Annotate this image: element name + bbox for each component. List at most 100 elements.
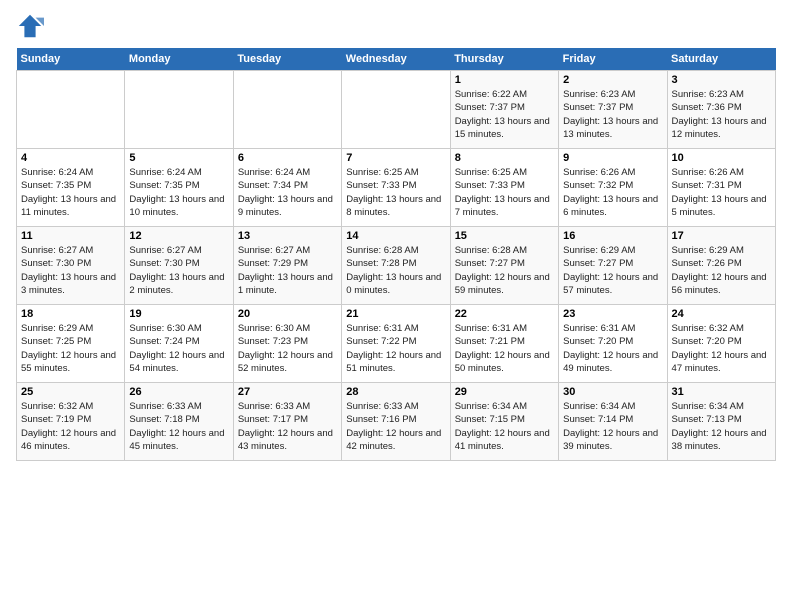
day-info: Sunrise: 6:28 AM Sunset: 7:27 PM Dayligh…	[455, 244, 554, 297]
day-info: Sunrise: 6:33 AM Sunset: 7:16 PM Dayligh…	[346, 400, 445, 453]
day-info: Sunrise: 6:34 AM Sunset: 7:13 PM Dayligh…	[672, 400, 771, 453]
day-number: 17	[672, 230, 771, 242]
day-number: 4	[21, 152, 120, 164]
day-number: 29	[455, 386, 554, 398]
day-cell: 26Sunrise: 6:33 AM Sunset: 7:18 PM Dayli…	[125, 383, 233, 461]
day-number: 28	[346, 386, 445, 398]
day-number: 10	[672, 152, 771, 164]
day-info: Sunrise: 6:33 AM Sunset: 7:17 PM Dayligh…	[238, 400, 337, 453]
day-cell: 22 Sunrise: 6:31 AM Sunset: 7:21 PM Dayli…	[450, 305, 558, 383]
day-cell: 9Sunrise: 6:26 AM Sunset: 7:32 PM Daylig…	[559, 149, 667, 227]
day-info: Sunrise: 6:31 AM Sunset: 7:20 PM Dayligh…	[563, 322, 662, 375]
weekday-header-wednesday: Wednesday	[342, 48, 450, 71]
day-cell: 1Sunrise: 6:22 AM Sunset: 7:37 PM Daylig…	[450, 71, 558, 149]
day-number: 7	[346, 152, 445, 164]
day-cell: 18 Sunrise: 6:29 AM Sunset: 7:25 PM Dayli…	[17, 305, 125, 383]
day-cell: 24Sunrise: 6:32 AM Sunset: 7:20 PM Dayli…	[667, 305, 775, 383]
day-info: Sunrise: 6:25 AM Sunset: 7:33 PM Dayligh…	[346, 166, 445, 219]
day-info: Sunrise: 6:28 AM Sunset: 7:28 PM Dayligh…	[346, 244, 445, 297]
day-info: Sunrise: 6:31 AM Sunset: 7:21 PM Dayligh…	[455, 322, 554, 375]
day-number: 31	[672, 386, 771, 398]
day-cell: 6 Sunrise: 6:24 AM Sunset: 7:34 PM Daylig…	[233, 149, 341, 227]
day-cell: 15 Sunrise: 6:28 AM Sunset: 7:27 PM Dayli…	[450, 227, 558, 305]
day-cell: 7 Sunrise: 6:25 AM Sunset: 7:33 PM Daylig…	[342, 149, 450, 227]
day-cell: 3Sunrise: 6:23 AM Sunset: 7:36 PM Daylig…	[667, 71, 775, 149]
day-number: 14	[346, 230, 445, 242]
day-number: 27	[238, 386, 337, 398]
week-row-2: 4 Sunrise: 6:24 AM Sunset: 7:35 PM Daylig…	[17, 149, 776, 227]
day-info: Sunrise: 6:29 AM Sunset: 7:26 PM Dayligh…	[672, 244, 771, 297]
weekday-header-tuesday: Tuesday	[233, 48, 341, 71]
day-info: Sunrise: 6:30 AM Sunset: 7:23 PM Dayligh…	[238, 322, 337, 375]
calendar-table: SundayMondayTuesdayWednesdayThursdayFrid…	[16, 48, 776, 461]
day-cell: 13 Sunrise: 6:27 AM Sunset: 7:29 PM Dayli…	[233, 227, 341, 305]
logo	[16, 12, 48, 40]
day-info: Sunrise: 6:33 AM Sunset: 7:18 PM Dayligh…	[129, 400, 228, 453]
day-cell: 5Sunrise: 6:24 AM Sunset: 7:35 PM Daylig…	[125, 149, 233, 227]
weekday-header-thursday: Thursday	[450, 48, 558, 71]
day-cell: 10 Sunrise: 6:26 AM Sunset: 7:31 PM Dayli…	[667, 149, 775, 227]
day-cell: 14 Sunrise: 6:28 AM Sunset: 7:28 PM Dayli…	[342, 227, 450, 305]
day-info: Sunrise: 6:34 AM Sunset: 7:14 PM Dayligh…	[563, 400, 662, 453]
weekday-header-saturday: Saturday	[667, 48, 775, 71]
weekday-header-row: SundayMondayTuesdayWednesdayThursdayFrid…	[17, 48, 776, 71]
header	[16, 12, 776, 40]
day-number: 24	[672, 308, 771, 320]
day-cell: 31 Sunrise: 6:34 AM Sunset: 7:13 PM Dayli…	[667, 383, 775, 461]
day-number: 8	[455, 152, 554, 164]
day-number: 25	[21, 386, 120, 398]
day-cell	[342, 71, 450, 149]
day-info: Sunrise: 6:22 AM Sunset: 7:37 PM Dayligh…	[455, 88, 554, 141]
day-cell: 20 Sunrise: 6:30 AM Sunset: 7:23 PM Dayli…	[233, 305, 341, 383]
day-number: 12	[129, 230, 228, 242]
day-number: 15	[455, 230, 554, 242]
day-info: Sunrise: 6:24 AM Sunset: 7:35 PM Dayligh…	[21, 166, 120, 219]
day-cell: 23 Sunrise: 6:31 AM Sunset: 7:20 PM Dayli…	[559, 305, 667, 383]
day-cell	[233, 71, 341, 149]
day-number: 18	[21, 308, 120, 320]
day-info: Sunrise: 6:24 AM Sunset: 7:34 PM Dayligh…	[238, 166, 337, 219]
day-info: Sunrise: 6:27 AM Sunset: 7:29 PM Dayligh…	[238, 244, 337, 297]
day-info: Sunrise: 6:24 AM Sunset: 7:35 PM Dayligh…	[129, 166, 228, 219]
day-number: 13	[238, 230, 337, 242]
day-cell: 8 Sunrise: 6:25 AM Sunset: 7:33 PM Daylig…	[450, 149, 558, 227]
day-info: Sunrise: 6:26 AM Sunset: 7:31 PM Dayligh…	[672, 166, 771, 219]
day-info: Sunrise: 6:34 AM Sunset: 7:15 PM Dayligh…	[455, 400, 554, 453]
day-cell: 30 Sunrise: 6:34 AM Sunset: 7:14 PM Dayli…	[559, 383, 667, 461]
day-info: Sunrise: 6:25 AM Sunset: 7:33 PM Dayligh…	[455, 166, 554, 219]
day-info: Sunrise: 6:32 AM Sunset: 7:19 PM Dayligh…	[21, 400, 120, 453]
day-number: 30	[563, 386, 662, 398]
week-row-1: 1Sunrise: 6:22 AM Sunset: 7:37 PM Daylig…	[17, 71, 776, 149]
day-info: Sunrise: 6:27 AM Sunset: 7:30 PM Dayligh…	[129, 244, 228, 297]
day-number: 11	[21, 230, 120, 242]
week-row-3: 11 Sunrise: 6:27 AM Sunset: 7:30 PM Dayli…	[17, 227, 776, 305]
weekday-header-friday: Friday	[559, 48, 667, 71]
day-info: Sunrise: 6:29 AM Sunset: 7:25 PM Dayligh…	[21, 322, 120, 375]
day-cell: 2Sunrise: 6:23 AM Sunset: 7:37 PM Daylig…	[559, 71, 667, 149]
day-number: 2	[563, 74, 662, 86]
day-cell: 12 Sunrise: 6:27 AM Sunset: 7:30 PM Dayli…	[125, 227, 233, 305]
day-cell: 17 Sunrise: 6:29 AM Sunset: 7:26 PM Dayli…	[667, 227, 775, 305]
day-info: Sunrise: 6:26 AM Sunset: 7:32 PM Dayligh…	[563, 166, 662, 219]
day-cell: 21Sunrise: 6:31 AM Sunset: 7:22 PM Dayli…	[342, 305, 450, 383]
day-number: 23	[563, 308, 662, 320]
day-cell	[17, 71, 125, 149]
day-cell: 16Sunrise: 6:29 AM Sunset: 7:27 PM Dayli…	[559, 227, 667, 305]
day-cell: 25 Sunrise: 6:32 AM Sunset: 7:19 PM Dayli…	[17, 383, 125, 461]
day-cell: 29 Sunrise: 6:34 AM Sunset: 7:15 PM Dayli…	[450, 383, 558, 461]
day-number: 19	[129, 308, 228, 320]
calendar-page: SundayMondayTuesdayWednesdayThursdayFrid…	[0, 0, 792, 612]
day-cell	[125, 71, 233, 149]
week-row-5: 25 Sunrise: 6:32 AM Sunset: 7:19 PM Dayli…	[17, 383, 776, 461]
day-info: Sunrise: 6:29 AM Sunset: 7:27 PM Dayligh…	[563, 244, 662, 297]
day-number: 20	[238, 308, 337, 320]
day-number: 22	[455, 308, 554, 320]
day-cell: 4 Sunrise: 6:24 AM Sunset: 7:35 PM Daylig…	[17, 149, 125, 227]
day-number: 6	[238, 152, 337, 164]
day-info: Sunrise: 6:30 AM Sunset: 7:24 PM Dayligh…	[129, 322, 228, 375]
day-cell: 28 Sunrise: 6:33 AM Sunset: 7:16 PM Dayli…	[342, 383, 450, 461]
day-cell: 27 Sunrise: 6:33 AM Sunset: 7:17 PM Dayli…	[233, 383, 341, 461]
weekday-header-monday: Monday	[125, 48, 233, 71]
day-cell: 19 Sunrise: 6:30 AM Sunset: 7:24 PM Dayli…	[125, 305, 233, 383]
week-row-4: 18 Sunrise: 6:29 AM Sunset: 7:25 PM Dayli…	[17, 305, 776, 383]
